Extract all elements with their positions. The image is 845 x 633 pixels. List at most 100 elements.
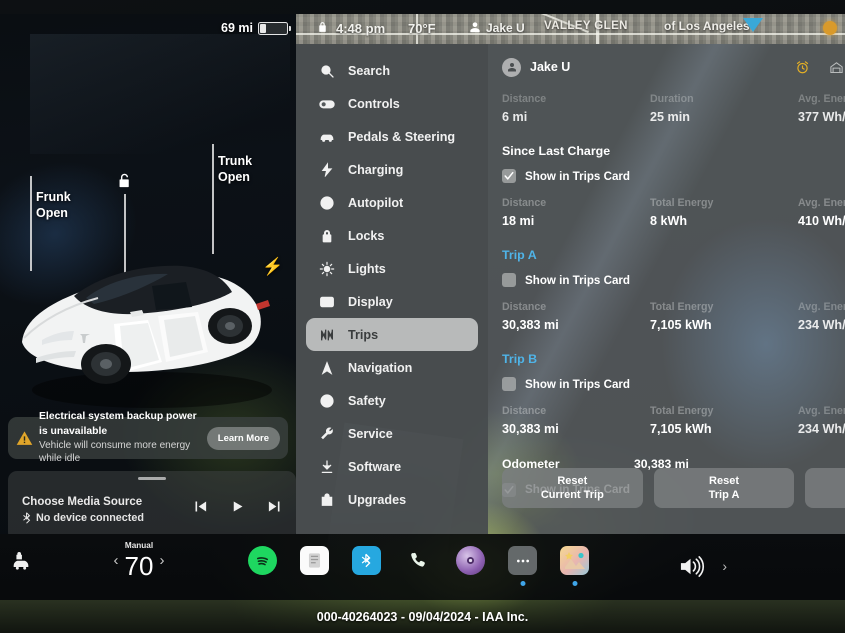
media-player-bar[interactable]: Choose Media Source No device connected (8, 471, 296, 534)
reset-trip-a-button[interactable]: Reset Trip A (653, 468, 795, 508)
alert-subtitle: Vehicle will consume more energy while i… (39, 439, 191, 465)
stat-value: 7,105 kWh (650, 318, 712, 333)
spotify-app-icon[interactable] (248, 546, 277, 575)
unlock-icon (119, 173, 129, 188)
next-track-icon[interactable] (267, 499, 282, 514)
media-drag-handle[interactable] (138, 477, 166, 480)
checkbox-unchecked[interactable] (502, 377, 516, 392)
checkbox-label: Show in Trips Card (525, 273, 631, 287)
toggle-icon (318, 95, 335, 112)
map-temperature: 70°F (408, 21, 436, 36)
display-icon (318, 293, 335, 310)
lock-icon (318, 227, 335, 244)
sidebar-item-display[interactable]: Display (306, 285, 478, 318)
car-lock-icon[interactable] (10, 552, 32, 574)
sidebar-item-controls[interactable]: Controls (306, 87, 478, 120)
stat-value: 377 Wh/mi (798, 109, 845, 124)
trunk-label-line1: Trunk (218, 154, 253, 168)
cards-app-icon[interactable] (300, 546, 329, 575)
sidebar-item-label: Search (348, 63, 391, 78)
sidebar-item-charging[interactable]: Charging (306, 153, 478, 186)
stat-key: Distance (502, 301, 547, 314)
alarm-icon[interactable] (795, 60, 810, 75)
chevron-right-icon[interactable]: › (722, 558, 727, 574)
checkbox-unchecked[interactable] (502, 273, 516, 288)
sidebar-item-upgrades[interactable]: Upgrades (306, 483, 478, 516)
map-driver-name: Jake U (486, 21, 525, 35)
sidebar-item-software[interactable]: Software (306, 450, 478, 483)
sidebar-item-label: Service (348, 426, 393, 441)
sidebar-item-trips[interactable]: Trips (306, 318, 478, 351)
stat-total-energy: Total Energy 8 kWh (650, 196, 798, 230)
trunk-label-line2: Open (218, 169, 250, 184)
sidebar-item-autopilot[interactable]: Autopilot (306, 186, 478, 219)
media-source-label[interactable]: Choose Media Source (22, 496, 142, 508)
stat-key: Total Energy (650, 405, 714, 418)
since-last-charge-checkbox-row[interactable]: Show in Trips Card (502, 169, 845, 184)
car-icon (318, 128, 335, 145)
alert-circle-icon (318, 392, 335, 409)
trip-b-checkbox-row[interactable]: Show in Trips Card (502, 377, 845, 392)
trip-b-title[interactable]: Trip B (502, 352, 845, 366)
app-active-dot (520, 581, 525, 586)
camera-app-icon[interactable] (456, 546, 485, 575)
photos-app-icon[interactable] (560, 546, 589, 586)
app-launcher-icons (248, 546, 589, 586)
chevron-right-icon[interactable]: › (159, 552, 164, 569)
garage-icon[interactable] (829, 60, 844, 75)
stat-key: Distance (502, 197, 547, 210)
stat-value: 18 mi (502, 214, 535, 229)
sidebar-item-lights[interactable]: Lights (306, 252, 478, 285)
status-icons: LTE (795, 60, 845, 75)
sidebar-item-locks[interactable]: Locks (306, 219, 478, 252)
play-icon[interactable] (230, 499, 245, 514)
sidebar-item-service[interactable]: Service (306, 417, 478, 450)
trip-a-checkbox-row[interactable]: Show in Trips Card (502, 273, 845, 288)
watermark-text: 000-40264023 - 09/04/2024 - IAA Inc. (316, 609, 529, 624)
sidebar-item-pedals-steering[interactable]: Pedals & Steering (306, 120, 478, 153)
stat-value: 30,383 mi (502, 318, 559, 333)
reset-trip-b-button[interactable]: Reset Trip B (805, 468, 845, 508)
climate-mode-label: Manual (124, 541, 154, 550)
battery-icon (258, 21, 291, 35)
sidebar-item-label: Upgrades (348, 492, 407, 507)
stat-distance: Distance 30,383 mi (502, 300, 650, 334)
stat-value: 234 Wh/mi (798, 422, 845, 437)
checkbox-checked[interactable] (502, 169, 516, 184)
button-line2: Current Trip (540, 489, 604, 501)
bottom-dock: Manual ‹ 70 › › (0, 534, 845, 600)
reset-current-trip-button[interactable]: Reset Current Trip (502, 468, 643, 508)
frunk-label-line1: Frunk (36, 190, 71, 204)
trip-a-title[interactable]: Trip A (502, 248, 845, 262)
stat-key: Total Energy (650, 301, 714, 314)
stat-value: 30,383 mi (502, 422, 559, 437)
previous-track-icon[interactable] (193, 499, 208, 514)
settings-sidebar[interactable]: Search Controls Pedals & Steering Chargi… (296, 44, 488, 534)
chevron-left-icon[interactable]: ‹ (114, 552, 119, 569)
sidebar-item-search[interactable]: Search (306, 54, 478, 87)
volume-icon[interactable] (678, 554, 705, 579)
phone-app-icon[interactable] (404, 546, 433, 575)
more-apps-icon[interactable] (508, 546, 537, 586)
stat-key: Avg. Energy (798, 197, 845, 210)
learn-more-button[interactable]: Learn More (206, 426, 280, 450)
stat-avg-energy: Avg. Energy 377 Wh/mi (798, 92, 845, 126)
sidebar-item-label: Controls (348, 96, 400, 111)
bluetooth-app-icon[interactable] (352, 546, 381, 575)
climate-control[interactable]: Manual ‹ 70 › (84, 541, 194, 579)
car-visualization-panel[interactable]: 69 mi Frunk Open Trunk Open ⚡ Electrical… (0, 14, 296, 534)
check-icon (504, 172, 514, 180)
reset-buttons-row: Reset Current Trip Reset Trip A Reset Tr… (502, 468, 845, 508)
account-row[interactable]: Jake U LTE (502, 56, 845, 78)
stat-key: Duration (650, 93, 694, 105)
account-name: Jake U (530, 60, 571, 74)
stat-duration: Duration 25 min (650, 92, 798, 126)
stat-total-energy: Total Energy 7,105 kWh (650, 300, 798, 334)
vehicle-alert-banner[interactable]: Electrical system backup power is unavai… (8, 411, 288, 464)
stat-key: Avg. Energy (798, 93, 845, 105)
sidebar-item-safety[interactable]: Safety (306, 384, 478, 417)
map-strip[interactable]: 4:48 pm 70°F Jake U VALLEY GLEN of Los A… (296, 14, 845, 44)
sidebar-item-label: Autopilot (348, 195, 404, 210)
stat-value: 410 Wh/mi (798, 214, 845, 229)
sidebar-item-navigation[interactable]: Navigation (306, 351, 478, 384)
